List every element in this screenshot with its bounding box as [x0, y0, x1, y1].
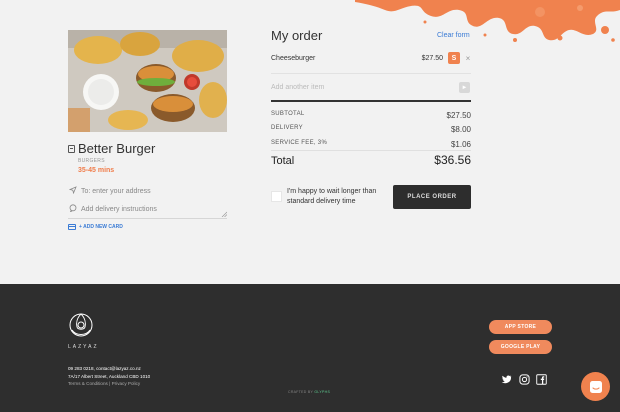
- restaurant-name: Better Burger: [78, 141, 156, 156]
- clear-form-link[interactable]: Clear form: [437, 32, 470, 39]
- divider-strong: [271, 100, 471, 102]
- crafted-by-label: CRAFTED BY: [288, 390, 314, 394]
- add-new-card-button[interactable]: + ADD NEW CARD: [68, 224, 123, 230]
- total-value: $36.56: [434, 153, 471, 167]
- subtotal-label: SUBTOTAL: [271, 111, 305, 117]
- service-fee-value: $1.06: [450, 140, 471, 149]
- app-store-button[interactable]: APP STORE: [489, 320, 552, 334]
- glyphs-link[interactable]: GLYPHS: [314, 390, 330, 394]
- delivery-instructions-field[interactable]: Add delivery instructions: [68, 204, 157, 214]
- order-item-row: Cheeseburger $27.50 S ×: [271, 51, 471, 65]
- credit-card-icon: [68, 224, 76, 230]
- link-separator: |: [109, 381, 111, 386]
- address-placeholder: To: enter your address: [81, 187, 151, 195]
- terms-link[interactable]: Terms & Conditions: [68, 381, 108, 386]
- comment-icon: [68, 204, 77, 214]
- address-field[interactable]: To: enter your address: [68, 186, 151, 196]
- location-arrow-icon: [68, 186, 77, 196]
- add-item-input[interactable]: Add another item: [271, 84, 324, 91]
- chat-icon: [589, 380, 602, 393]
- crafted-by-credit: CRAFTED BY GLYPHS: [288, 390, 330, 394]
- privacy-link[interactable]: Privacy Policy: [112, 381, 141, 386]
- item-name: Cheeseburger: [271, 54, 316, 62]
- instagram-icon[interactable]: [519, 374, 530, 385]
- wait-longer-label[interactable]: I'm happy to wait longer than standard d…: [287, 187, 387, 207]
- delivery-eta: 35-45 mins: [78, 167, 115, 174]
- service-fee-label: SERVICE FEE, 3%: [271, 140, 328, 146]
- instructions-underline: [68, 218, 227, 219]
- delivery-label: DELIVERY: [271, 125, 303, 131]
- contact-info: 09 283 0218, contact@lazyaz.co.nz 7A/17 …: [68, 365, 150, 388]
- remove-item-icon[interactable]: ×: [465, 54, 471, 63]
- total-label: Total: [271, 155, 295, 167]
- subtotal-value: $27.50: [446, 111, 471, 120]
- restaurant-photo: [68, 30, 227, 132]
- delivery-row: DELIVERY $8.00: [271, 125, 471, 134]
- chat-launcher-button[interactable]: [581, 372, 610, 401]
- google-play-button[interactable]: GOOGLE PLAY: [489, 340, 552, 354]
- resize-handle-icon[interactable]: [221, 211, 227, 217]
- wait-longer-checkbox[interactable]: [271, 191, 282, 202]
- street-address: 7A/17 Albert Street, Auckland CBD 1010: [68, 373, 151, 379]
- add-item-button[interactable]: ►: [459, 82, 470, 93]
- service-fee-row: SERVICE FEE, 3% $1.06: [271, 140, 471, 149]
- facebook-icon[interactable]: [536, 374, 547, 385]
- phone-email: 09 283 0218, contact@lazyaz.co.nz: [68, 366, 141, 371]
- item-price: $27.50: [421, 54, 443, 62]
- divider: [271, 150, 471, 151]
- instructions-placeholder: Add delivery instructions: [81, 205, 157, 213]
- store-icon: [68, 144, 75, 153]
- add-card-label: + ADD NEW CARD: [79, 224, 123, 230]
- total-row: Total $36.56: [271, 153, 471, 167]
- delivery-value: $8.00: [450, 125, 471, 134]
- place-order-button[interactable]: PLACE ORDER: [393, 185, 471, 209]
- divider: [271, 73, 471, 74]
- lazyaz-logo-icon[interactable]: [68, 310, 94, 340]
- logo-wordmark: LAZYAZ: [68, 344, 99, 350]
- restaurant-title: Better Burger: [68, 141, 155, 156]
- subtotal-row: SUBTOTAL $27.50: [271, 111, 471, 120]
- twitter-icon[interactable]: [501, 374, 512, 385]
- plus-arrow-icon: ►: [461, 84, 468, 91]
- item-size-selector[interactable]: S: [448, 52, 460, 64]
- restaurant-category: BURGERS: [78, 158, 105, 164]
- paint-splash-decoration: [355, 0, 620, 42]
- order-title: My order: [271, 28, 323, 43]
